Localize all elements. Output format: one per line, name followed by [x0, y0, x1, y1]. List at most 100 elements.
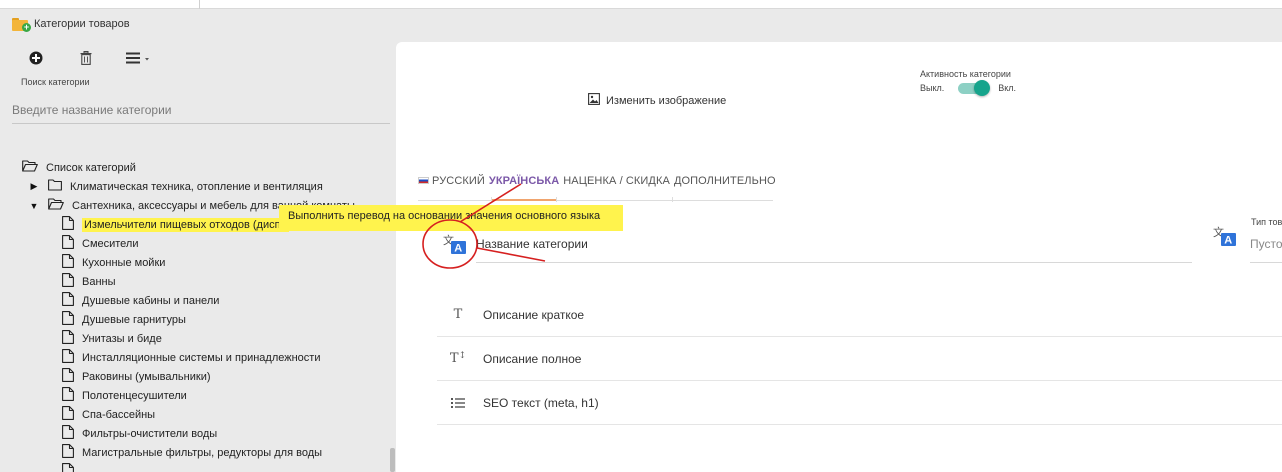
short-description-label: Описание краткое [483, 307, 585, 322]
folder-open-icon [22, 160, 38, 175]
change-image-label: Изменить изображение [606, 94, 727, 107]
product-type-label: Тип тов [1251, 217, 1282, 227]
translate-button[interactable]: 文 A [443, 233, 467, 255]
file-icon [62, 273, 74, 290]
seo-text-label: SEO текст (meta, h1) [483, 395, 599, 410]
activity-toggle[interactable] [958, 80, 991, 96]
file-icon [62, 444, 74, 461]
tab-ukrainian-label: УКРАЇНСЬКА [488, 175, 560, 187]
trash-icon [80, 51, 92, 65]
file-icon [62, 311, 74, 328]
category-edit-panel: Изменить изображение Активность категори… [396, 42, 1282, 472]
text-height-icon: T ↕ [449, 351, 467, 366]
russian-flag-icon [418, 177, 429, 184]
file-icon [62, 387, 74, 404]
tree-child[interactable]: Душевые гарнитуры [22, 310, 390, 329]
browser-top-bar [0, 0, 1282, 9]
tree-root[interactable]: Список категорий [22, 158, 390, 177]
active-tab-indicator [492, 199, 556, 201]
tree-child[interactable]: Унитазы и биде [22, 329, 390, 348]
short-description-row[interactable]: T Описание краткое [437, 293, 1282, 337]
file-icon [62, 235, 74, 252]
file-icon [62, 254, 74, 271]
caret-down-icon[interactable]: ▼ [28, 201, 40, 211]
tree-child-label: Магистральные фильтры, редукторы для вод… [82, 446, 323, 459]
folder-icon [48, 179, 62, 194]
tree-child[interactable]: Полотенцесушители [22, 386, 390, 405]
tabs-underline [418, 200, 773, 201]
tab-markup-label: НАЦЕНКА / СКИДКА [563, 175, 670, 187]
tab-additional[interactable]: ДОПОЛНИТЕЛЬНО [674, 175, 776, 191]
text-icon: T [453, 307, 463, 322]
caret-right-icon[interactable]: ▶ [28, 181, 40, 192]
tree-child[interactable]: Спа-бассейны [22, 405, 390, 424]
tree-child-partial[interactable] [22, 462, 390, 472]
list-icon [447, 397, 469, 409]
tree-child-label: Душевые гарнитуры [82, 313, 186, 326]
tree-child-label: Фильтры-очистители воды [82, 427, 218, 440]
tree-item-label: Климатическая техника, отопление и венти… [70, 180, 323, 193]
tree-child-label: Душевые кабины и панели [82, 294, 220, 307]
tab-additional-label: ДОПОЛНИТЕЛЬНО [673, 175, 776, 187]
file-icon [62, 425, 74, 442]
product-type-field[interactable]: Пусто [1250, 230, 1282, 263]
activity-off-label: Выкл. [920, 83, 945, 93]
file-icon [62, 349, 74, 366]
translate-icon: 文 A [443, 233, 466, 255]
change-image-button[interactable]: Изменить изображение [588, 93, 726, 108]
tab-markup-discount[interactable]: НАЦЕНКА / СКИДКА [563, 175, 670, 191]
tree-child[interactable]: Кухонные мойки [22, 253, 390, 272]
folder-open-icon [48, 198, 64, 213]
tree-scrollbar[interactable] [390, 448, 395, 472]
tab-separator [556, 197, 557, 202]
tab-separator [672, 197, 673, 202]
translate-button-secondary[interactable]: 文 A [1213, 225, 1237, 247]
tree-child-label: Унитазы и биде [82, 332, 162, 345]
add-circle-icon [29, 51, 43, 65]
category-activity: Активность категории Выкл. Вкл. [920, 69, 1017, 96]
tree-child[interactable]: Раковины (умывальники) [22, 367, 390, 386]
menu-dropdown-button[interactable] [124, 48, 154, 68]
tree-child[interactable]: Инсталляционные системы и принадлежности [22, 348, 390, 367]
activity-toggle-row: Выкл. Вкл. [920, 80, 1017, 96]
file-icon [62, 292, 74, 309]
window-title-text: Категории товаров [34, 18, 130, 30]
tree-child-label: Спа-бассейны [82, 408, 156, 421]
tree-child-label: Инсталляционные системы и принадлежности [82, 351, 321, 364]
delete-category-button[interactable] [74, 48, 98, 68]
category-name-placeholder: Название категории [476, 237, 588, 251]
file-icon [62, 216, 74, 233]
tab-russian-label: РУССКИЙ [432, 175, 485, 187]
category-name-field[interactable]: Название категории [476, 230, 1192, 263]
translate-icon: 文 A [1213, 225, 1236, 247]
tree-child[interactable]: Душевые кабины и панели [22, 291, 390, 310]
tree-child[interactable]: Фильтры-очистители воды [22, 424, 390, 443]
tree-child-label: Раковины (умывальники) [82, 370, 211, 383]
file-icon [62, 406, 74, 423]
image-icon [588, 93, 600, 108]
activity-on-label: Вкл. [998, 83, 1017, 93]
tree-child[interactable]: Магистральные фильтры, редукторы для вод… [22, 443, 390, 462]
browser-tab-stub[interactable] [132, 0, 200, 9]
tree-item[interactable]: ▶ Климатическая техника, отопление и вен… [22, 177, 390, 196]
svg-text:A: A [1224, 235, 1232, 247]
tree-child-label: Смесители [82, 237, 139, 250]
tab-russian[interactable]: РУССКИЙ [418, 175, 485, 191]
category-toolbar [24, 48, 154, 68]
tab-ukrainian[interactable]: УКРАЇНСЬКА [489, 175, 559, 191]
tree-child-label: Полотенцесушители [82, 389, 187, 402]
language-tabs: РУССКИЙ УКРАЇНСЬКА НАЦЕНКА / СКИДКА ДОПО… [418, 175, 780, 191]
tree-child[interactable]: Ванны [22, 272, 390, 291]
folder-add-icon: + [12, 17, 31, 32]
tree-child-label: Ванны [82, 275, 116, 288]
add-category-button[interactable] [24, 48, 48, 68]
category-search-input[interactable] [12, 96, 390, 124]
tree-child[interactable]: Смесители [22, 234, 390, 253]
tree-root-label: Список категорий [46, 161, 136, 174]
hamburger-menu-icon [126, 52, 149, 64]
search-label: Поиск категории [21, 77, 90, 87]
file-icon [62, 330, 74, 347]
translate-tooltip: Выполнить перевод на основании значения … [279, 205, 623, 231]
seo-text-row[interactable]: SEO текст (meta, h1) [437, 381, 1282, 425]
full-description-row[interactable]: T ↕ Описание полное [437, 337, 1282, 381]
